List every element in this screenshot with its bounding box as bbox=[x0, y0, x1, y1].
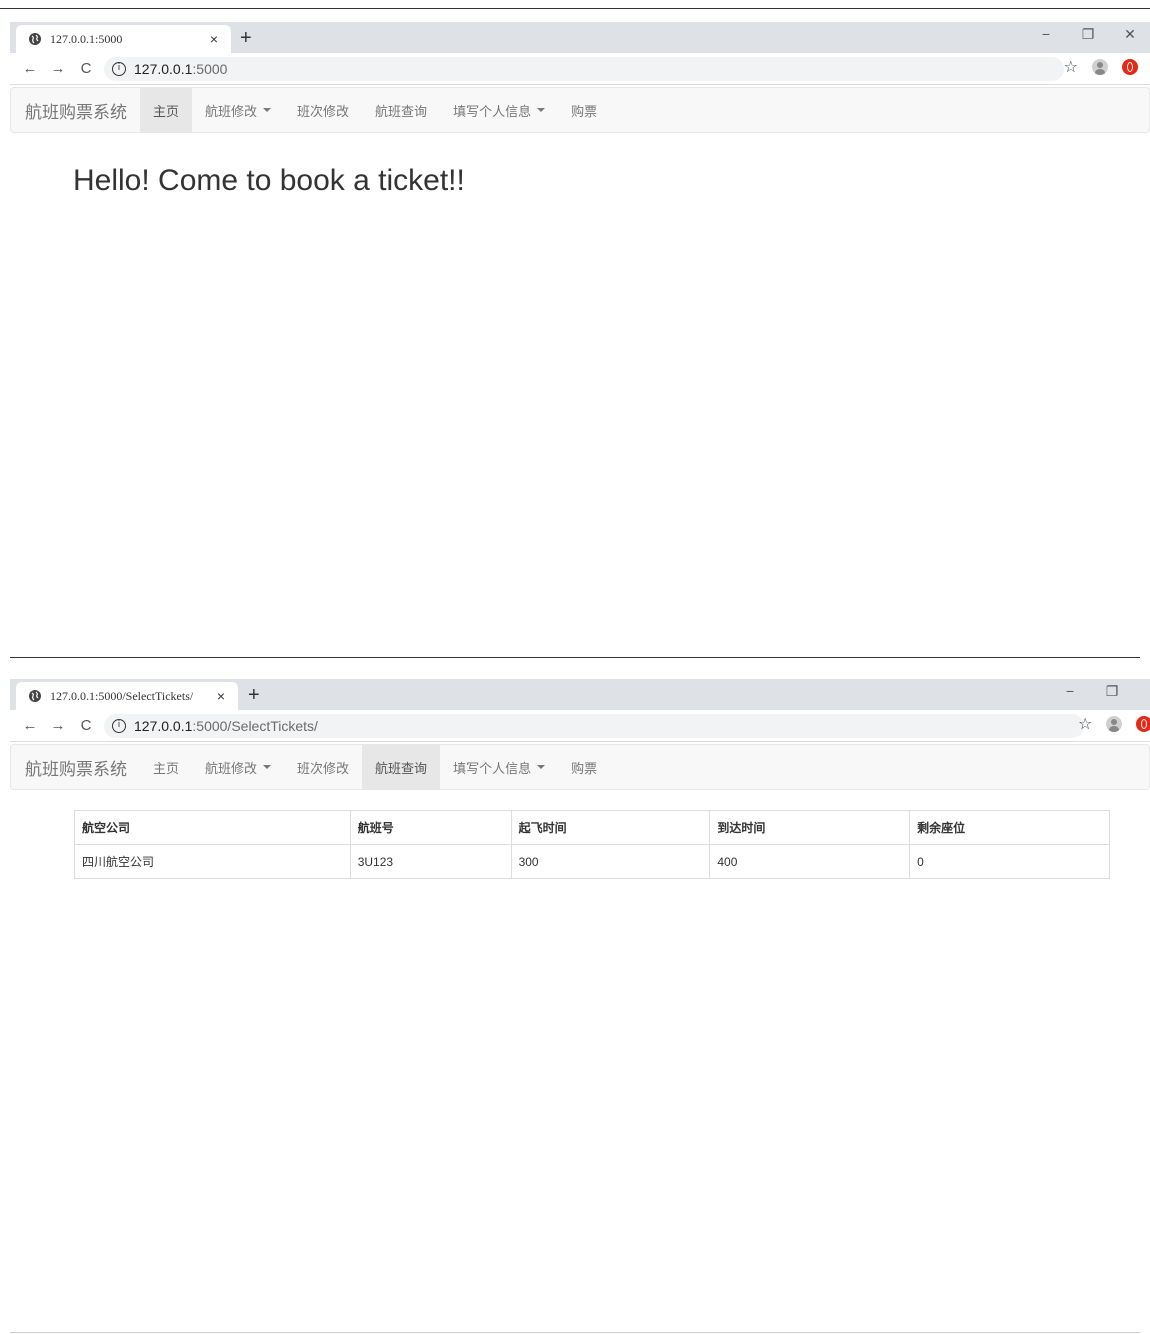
bookmark-star-icon[interactable]: ☆ bbox=[1078, 714, 1092, 734]
new-tab-button[interactable]: + bbox=[248, 684, 260, 706]
site-navbar: 航班购票系统 主页 航班修改 班次修改 航班查询 填写个人信息 购票 bbox=[10, 87, 1150, 133]
nav-personal-info[interactable]: 填写个人信息 bbox=[440, 745, 558, 789]
browser-tab[interactable]: 127.0.0.1:5000 × bbox=[16, 25, 231, 53]
url-path: :5000/SelectTickets/ bbox=[192, 717, 318, 734]
forward-icon[interactable]: → bbox=[44, 60, 72, 77]
nav-home[interactable]: 主页 bbox=[140, 745, 192, 789]
nav-flight-edit[interactable]: 航班修改 bbox=[192, 88, 284, 132]
globe-icon bbox=[29, 690, 41, 702]
site-navbar: 航班购票系统 主页 航班修改 班次修改 航班查询 填写个人信息 购票 bbox=[10, 744, 1150, 790]
back-icon[interactable]: ← bbox=[16, 717, 44, 734]
col-arrival-time: 到达时间 bbox=[709, 810, 911, 845]
avatar-icon[interactable] bbox=[1092, 59, 1108, 75]
bookmark-star-icon[interactable]: ☆ bbox=[1064, 57, 1078, 77]
flights-table: 航空公司 航班号 起飞时间 到达时间 剩余座位 四川航空公司 3U123 300… bbox=[74, 810, 1110, 879]
minimize-icon[interactable]: − bbox=[1038, 26, 1054, 43]
opera-icon[interactable] bbox=[1136, 716, 1150, 732]
nav-schedule-edit[interactable]: 班次修改 bbox=[284, 88, 362, 132]
cell-arrival-time: 400 bbox=[709, 844, 911, 879]
nav-flight-edit[interactable]: 航班修改 bbox=[192, 745, 284, 789]
nav-buy-ticket[interactable]: 购票 bbox=[558, 88, 610, 132]
browser-window-home: 127.0.0.1:5000 × + − ❐ ✕ ← → C i 127.0.0… bbox=[10, 22, 1150, 642]
url-path: :5000 bbox=[192, 60, 228, 77]
restore-icon[interactable]: ❐ bbox=[1080, 26, 1096, 43]
nav-flight-query[interactable]: 航班查询 bbox=[362, 745, 441, 789]
bottom-divider bbox=[10, 1332, 1140, 1333]
nav-flight-edit-label: 航班修改 bbox=[205, 103, 258, 119]
flights-table-wrapper: 航空公司 航班号 起飞时间 到达时间 剩余座位 四川航空公司 3U123 300… bbox=[74, 810, 1110, 879]
window-close-icon[interactable]: ✕ bbox=[1146, 683, 1150, 700]
col-flight-no: 航班号 bbox=[349, 810, 512, 845]
address-bar: ← → C i 127.0.0.1:5000 ☆ bbox=[10, 53, 1150, 85]
nav-personal-info-label: 填写个人信息 bbox=[453, 760, 532, 776]
avatar-icon[interactable] bbox=[1106, 716, 1123, 732]
url-text: 127.0.0.1:5000/SelectTickets/ bbox=[134, 718, 318, 734]
close-tab-icon[interactable]: × bbox=[207, 31, 221, 47]
url-input[interactable]: i 127.0.0.1:5000 bbox=[104, 56, 1064, 81]
nav-flight-query[interactable]: 航班查询 bbox=[362, 88, 440, 132]
tab-title: 127.0.0.1:5000 bbox=[50, 31, 123, 46]
url-host: 127.0.0.1 bbox=[134, 60, 193, 77]
cell-departure-time: 300 bbox=[510, 844, 711, 879]
url-text: 127.0.0.1:5000 bbox=[134, 61, 227, 77]
toolbar-right: ☆ bbox=[1078, 714, 1150, 734]
site-info-icon[interactable]: i bbox=[112, 61, 126, 76]
cell-flight-no: 3U123 bbox=[349, 844, 512, 879]
table-row: 四川航空公司 3U123 300 400 0 bbox=[74, 844, 1110, 879]
back-icon[interactable]: ← bbox=[16, 60, 44, 77]
reload-icon[interactable]: C bbox=[72, 717, 100, 734]
browser-window-select-tickets: 127.0.0.1:5000/SelectTickets/ × + − ❐ ✕ … bbox=[10, 679, 1150, 1319]
forward-icon[interactable]: → bbox=[44, 717, 72, 734]
url-host: 127.0.0.1 bbox=[134, 717, 193, 734]
caret-down-icon bbox=[263, 108, 272, 112]
tab-title: 127.0.0.1:5000/SelectTickets/ bbox=[50, 688, 194, 703]
nav-flight-edit-label: 航班修改 bbox=[205, 760, 258, 776]
top-divider bbox=[0, 8, 1150, 9]
col-seats-left: 剩余座位 bbox=[909, 810, 1110, 845]
close-tab-icon[interactable]: × bbox=[214, 688, 228, 704]
table-header-row: 航空公司 航班号 起飞时间 到达时间 剩余座位 bbox=[74, 810, 1110, 845]
nav-personal-info[interactable]: 填写个人信息 bbox=[440, 88, 558, 132]
globe-icon bbox=[29, 33, 41, 45]
tab-strip: 127.0.0.1:5000 × + − ❐ ✕ bbox=[10, 22, 1150, 53]
col-airline: 航空公司 bbox=[74, 810, 351, 845]
middle-divider bbox=[10, 657, 1140, 658]
window-controls: − ❐ ✕ bbox=[1038, 26, 1138, 43]
minimize-icon[interactable]: − bbox=[1062, 683, 1078, 700]
toolbar-right: ☆ bbox=[1064, 57, 1138, 77]
nav-buy-ticket[interactable]: 购票 bbox=[558, 745, 610, 789]
restore-icon[interactable]: ❐ bbox=[1104, 683, 1120, 700]
brand-link[interactable]: 航班购票系统 bbox=[11, 88, 140, 132]
site-info-icon[interactable]: i bbox=[112, 718, 126, 733]
nav-personal-info-label: 填写个人信息 bbox=[453, 103, 532, 119]
url-input[interactable]: i 127.0.0.1:5000/SelectTickets/ bbox=[104, 713, 1084, 738]
window-close-icon[interactable]: ✕ bbox=[1122, 26, 1138, 43]
browser-tab[interactable]: 127.0.0.1:5000/SelectTickets/ × bbox=[16, 682, 238, 710]
address-bar: ← → C i 127.0.0.1:5000/SelectTickets/ ☆ bbox=[10, 710, 1150, 742]
cell-seats-left: 0 bbox=[909, 844, 1110, 879]
window-controls: − ❐ ✕ bbox=[1062, 683, 1150, 700]
caret-down-icon bbox=[263, 765, 272, 769]
page-heading: Hello! Come to book a ticket!! bbox=[73, 164, 465, 197]
opera-icon[interactable] bbox=[1122, 59, 1138, 75]
caret-down-icon bbox=[537, 765, 546, 769]
caret-down-icon bbox=[537, 108, 546, 112]
col-departure-time: 起飞时间 bbox=[510, 810, 711, 845]
new-tab-button[interactable]: + bbox=[240, 27, 252, 49]
tab-strip: 127.0.0.1:5000/SelectTickets/ × + − ❐ ✕ bbox=[10, 679, 1150, 710]
brand-link[interactable]: 航班购票系统 bbox=[11, 745, 140, 789]
nav-schedule-edit[interactable]: 班次修改 bbox=[284, 745, 362, 789]
reload-icon[interactable]: C bbox=[72, 60, 100, 77]
nav-home[interactable]: 主页 bbox=[140, 88, 193, 132]
cell-airline: 四川航空公司 bbox=[74, 844, 351, 879]
